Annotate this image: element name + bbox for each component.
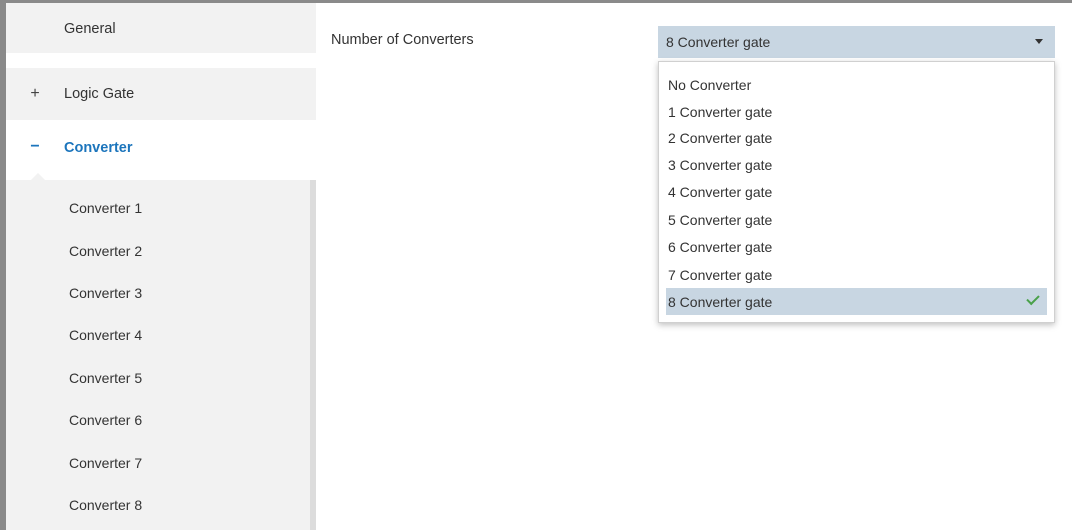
dropdown-option-4[interactable]: 4 Converter gate bbox=[666, 180, 1047, 207]
dropdown-option-2[interactable]: 2 Converter gate bbox=[666, 126, 1047, 153]
dropdown-option-no-converter[interactable]: No Converter bbox=[666, 73, 1047, 100]
sidebar-subitem-converter-3[interactable]: Converter 3 bbox=[69, 283, 142, 303]
sidebar-item-logic-gate[interactable]: + Logic Gate bbox=[6, 68, 316, 120]
dropdown-option-6[interactable]: 6 Converter gate bbox=[666, 235, 1047, 262]
option-label: 6 Converter gate bbox=[668, 239, 773, 255]
select-value: 8 Converter gate bbox=[666, 34, 771, 50]
sidebar-subitem-converter-6[interactable]: Converter 6 bbox=[69, 410, 142, 430]
sidebar-item-label: Logic Gate bbox=[64, 86, 135, 102]
sidebar-subitem-converter-8[interactable]: Converter 8 bbox=[69, 495, 142, 515]
expand-icon[interactable]: + bbox=[28, 68, 42, 120]
dropdown-option-8[interactable]: 8 Converter gate bbox=[666, 288, 1047, 315]
dropdown-option-7[interactable]: 7 Converter gate bbox=[666, 263, 1047, 290]
sidebar-subitem-converter-1[interactable]: Converter 1 bbox=[69, 198, 142, 218]
sidebar-subitem-converter-4[interactable]: Converter 4 bbox=[69, 325, 142, 345]
option-label: 7 Converter gate bbox=[668, 267, 773, 283]
option-label: 1 Converter gate bbox=[668, 104, 773, 120]
dropdown-option-5[interactable]: 5 Converter gate bbox=[666, 208, 1047, 235]
dropdown-list: No Converter 1 Converter gate 2 Converte… bbox=[658, 61, 1055, 323]
sidebar-item-general[interactable]: General bbox=[6, 3, 316, 55]
sidebar-item-converter[interactable]: − Converter bbox=[6, 120, 316, 176]
number-of-converters-label: Number of Converters bbox=[331, 32, 474, 48]
option-label: 8 Converter gate bbox=[668, 294, 773, 310]
sidebar-item-label: Converter bbox=[64, 140, 133, 156]
main-panel: Number of Converters 8 Converter gate No… bbox=[316, 3, 1072, 530]
dropdown-option-3[interactable]: 3 Converter gate bbox=[666, 153, 1047, 180]
option-label: 5 Converter gate bbox=[668, 212, 773, 228]
sidebar-item-label: General bbox=[64, 21, 116, 37]
option-label: 3 Converter gate bbox=[668, 157, 773, 173]
converter-subitems: Converter 1 Converter 2 Converter 3 Conv… bbox=[6, 180, 316, 530]
dropdown-option-1[interactable]: 1 Converter gate bbox=[666, 100, 1047, 127]
sidebar: General + Logic Gate − Converter Convert… bbox=[6, 3, 316, 530]
sidebar-subitem-converter-2[interactable]: Converter 2 bbox=[69, 241, 142, 261]
collapse-icon[interactable]: − bbox=[28, 120, 42, 174]
caret-down-icon[interactable] bbox=[1035, 39, 1043, 44]
option-label: No Converter bbox=[668, 77, 752, 93]
sidebar-subitem-converter-7[interactable]: Converter 7 bbox=[69, 453, 142, 473]
sidebar-subitem-converter-5[interactable]: Converter 5 bbox=[69, 368, 142, 388]
option-label: 4 Converter gate bbox=[668, 184, 773, 200]
option-label: 2 Converter gate bbox=[668, 130, 773, 146]
number-of-converters-select[interactable]: 8 Converter gate bbox=[658, 26, 1055, 58]
checkmark-icon bbox=[1026, 291, 1040, 306]
